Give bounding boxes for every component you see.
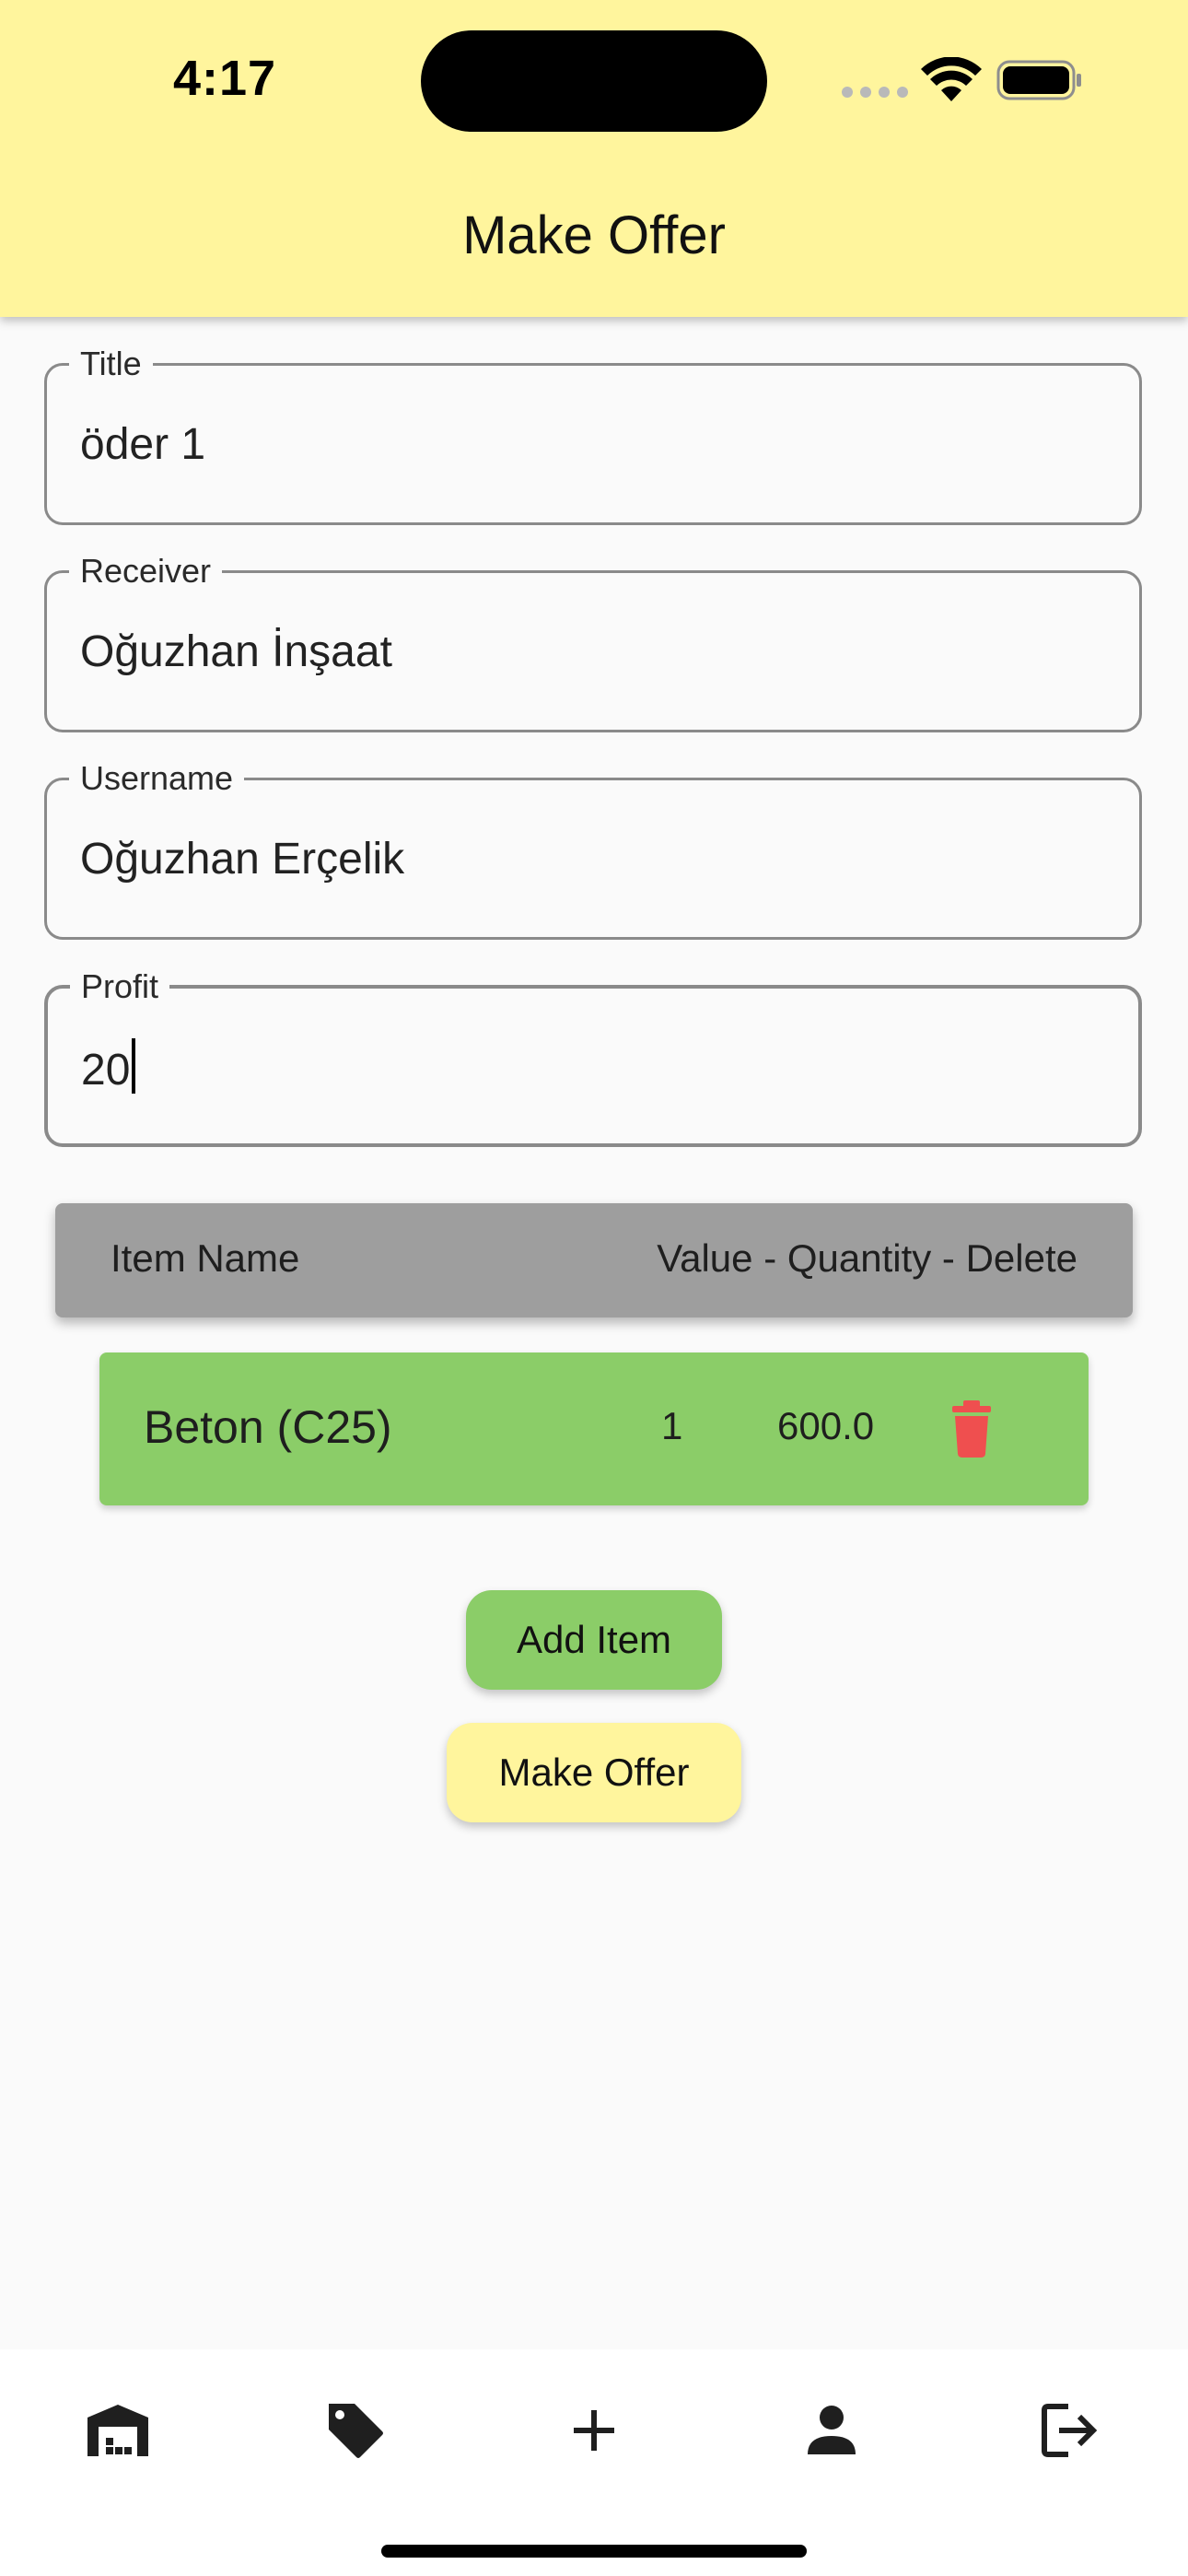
make-offer-button[interactable]: Make Offer [447, 1723, 741, 1822]
nav-profile[interactable] [791, 2390, 872, 2471]
bottom-navigation [0, 2349, 1188, 2576]
add-item-button[interactable]: Add Item [466, 1590, 722, 1690]
delete-icon[interactable] [945, 1400, 998, 1458]
header-value-quantity-delete: Value - Quantity - Delete [657, 1236, 1077, 1280]
username-field-value[interactable]: Oğuzhan Erçelik [80, 830, 404, 889]
warehouse-icon [87, 2405, 148, 2456]
nav-warehouse[interactable] [77, 2390, 158, 2471]
username-field-label: Username [69, 760, 245, 797]
items-table-header: Item Name Value - Quantity - Delete [55, 1203, 1133, 1317]
nav-add[interactable] [553, 2390, 635, 2471]
page-title: Make Offer [462, 205, 726, 265]
wifi-icon [921, 57, 982, 101]
text-caret [132, 1038, 136, 1094]
header-item-name: Item Name [111, 1236, 300, 1280]
nav-logout[interactable] [1029, 2390, 1110, 2471]
title-field[interactable]: Title öder 1 [44, 345, 1142, 525]
profit-field-value-wrap[interactable]: 20 [81, 1038, 136, 1100]
title-field-value[interactable]: öder 1 [80, 416, 205, 474]
table-row: Beton (C25) 1 600.0 [99, 1352, 1089, 1505]
plus-icon [574, 2410, 614, 2451]
receiver-field[interactable]: Receiver Oğuzhan İnşaat [44, 553, 1142, 732]
item-value: 600.0 [777, 1404, 875, 1447]
item-quantity: 1 [661, 1404, 683, 1447]
profit-field-value[interactable]: 20 [81, 1046, 130, 1095]
title-field-label: Title [69, 345, 153, 382]
home-indicator [381, 2545, 807, 2558]
receiver-field-label: Receiver [69, 553, 223, 590]
person-icon [808, 2406, 856, 2454]
battery-icon [996, 60, 1081, 100]
username-field[interactable]: Username Oğuzhan Erçelik [44, 760, 1142, 940]
app-bar: 4:17 Make Offer [0, 0, 1188, 317]
status-time: 4:17 [173, 51, 277, 106]
dynamic-island [421, 30, 767, 132]
nav-offers[interactable] [315, 2390, 396, 2471]
logout-icon [1042, 2404, 1098, 2457]
profit-field-label: Profit [70, 968, 170, 1005]
item-name: Beton (C25) [144, 1401, 392, 1453]
profit-field[interactable]: Profit 20 [44, 968, 1142, 1147]
cellular-signal-icon [842, 87, 908, 98]
receiver-field-value[interactable]: Oğuzhan İnşaat [80, 623, 392, 682]
tag-icon [329, 2404, 383, 2458]
